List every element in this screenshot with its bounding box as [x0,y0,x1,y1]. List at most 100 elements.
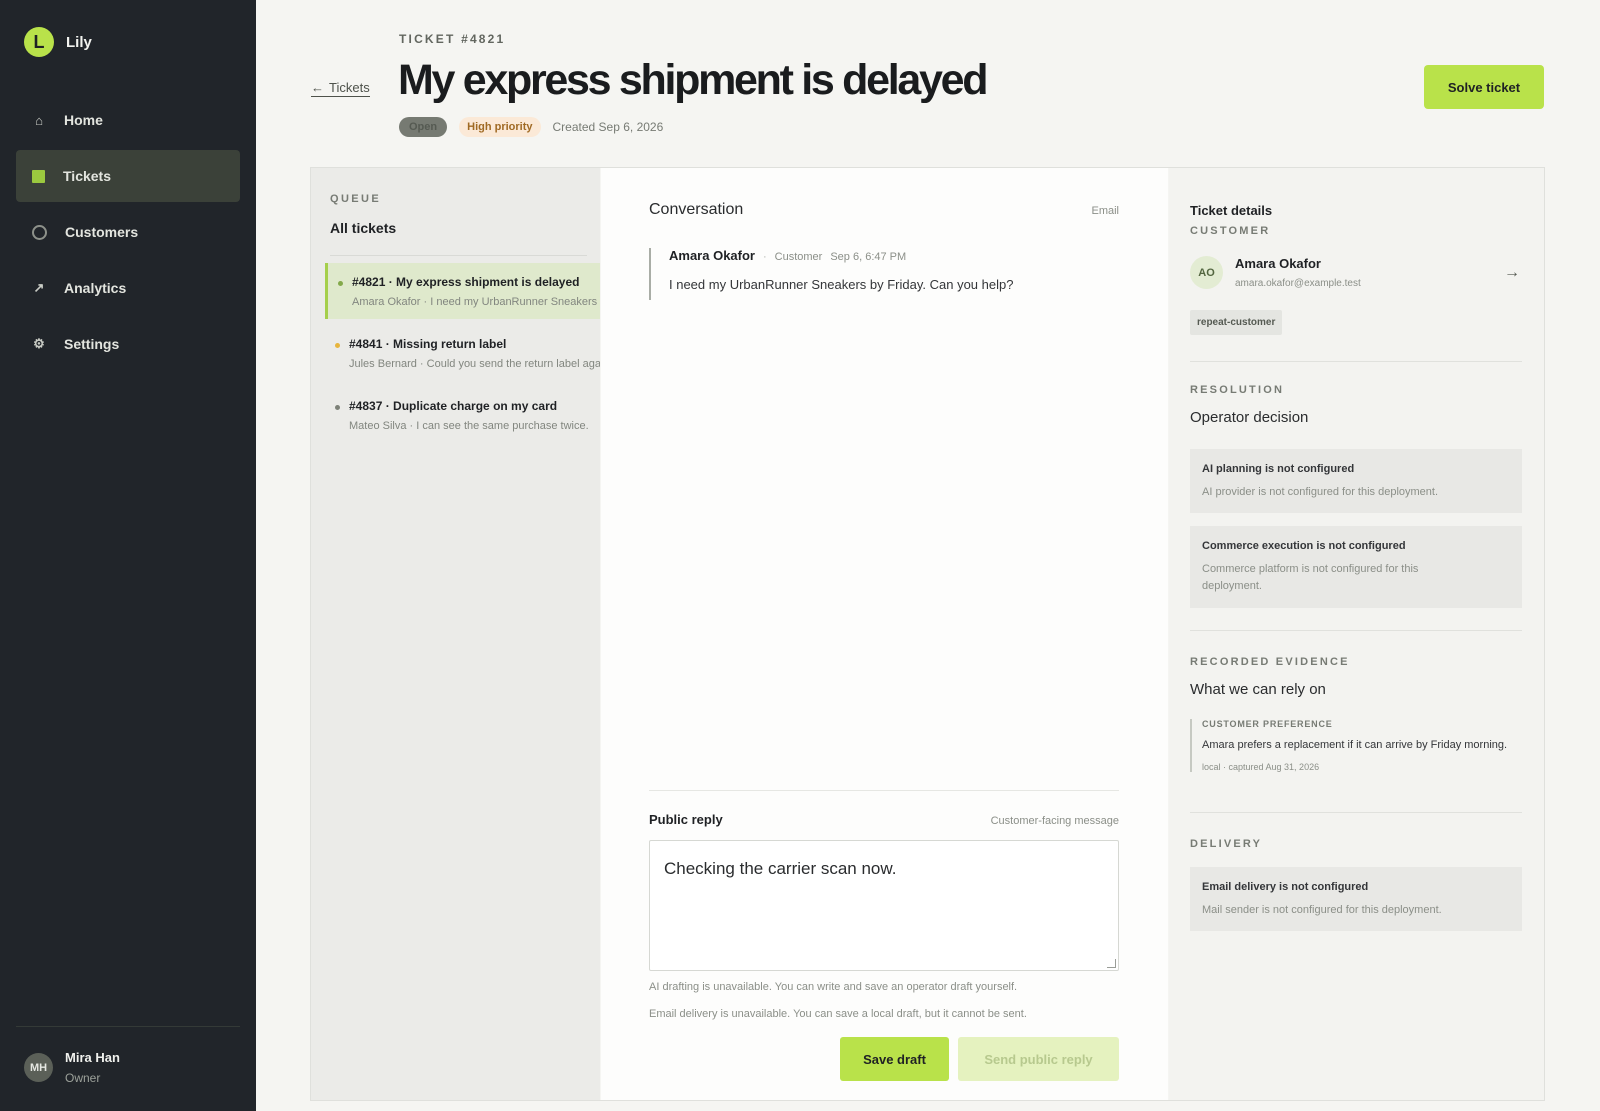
avatar: AO [1190,256,1223,289]
queue-item-subtitle: Jules Bernard · Could you send the retur… [349,358,600,370]
nav-item-settings[interactable]: ⚙ Settings [16,318,240,370]
customer-email: amara.okafor@example.test [1235,278,1361,289]
public-reply-input[interactable]: Checking the carrier scan now. [649,840,1119,971]
reply-hint: Customer-facing message [990,815,1119,827]
message-text: I need my UrbanRunner Sneakers by Friday… [669,277,1014,292]
brand[interactable]: L Lily [24,27,92,57]
back-link-label: Tickets [329,80,370,95]
resolution-heading: Operator decision [1190,409,1309,426]
reply-header: Public reply Customer-facing message [649,812,1119,827]
page-title: My express shipment is delayed [398,56,989,104]
resize-handle-icon[interactable] [1107,959,1116,968]
queue-item-title: #4821 · My express shipment is delayed [352,275,580,289]
priority-badge: High priority [459,117,541,137]
details-divider [1190,812,1522,813]
status-badge: Open [399,117,448,137]
resolution-section-label: RESOLUTION [1190,384,1285,396]
user-name: Mira Han [65,1050,120,1065]
message-time: Sep 6, 6:47 PM [830,251,907,263]
details-title: Ticket details [1190,203,1273,218]
customer-name: Amara Okafor [1235,256,1321,271]
customer-section-label: CUSTOMER [1190,225,1271,237]
avatar: MH [24,1053,53,1082]
details-divider [1190,361,1522,362]
arrow-right-icon[interactable]: → [1504,264,1520,282]
home-icon: ⌂ [35,112,43,128]
evidence-text: Amara prefers a replacement if it can ar… [1202,739,1508,751]
arrow-left-icon: ← [311,80,324,95]
tickets-icon [32,169,45,183]
message-meta: Amara Okafor · Customer Sep 6, 6:47 PM [669,248,1013,263]
nav-label: Home [64,112,103,128]
queue-item[interactable]: #4837 · Duplicate charge on my card Mate… [325,387,600,443]
ticket-details-panel: Ticket details CUSTOMER AO Amara Okafor … [1169,168,1544,1100]
queue-panel: QUEUE All tickets #4821 · My express shi… [311,168,600,1100]
queue-divider [330,255,587,256]
alert-text: Mail sender is not configured for this d… [1202,904,1442,916]
lily-logo-icon: L [24,27,54,57]
settings-icon: ⚙ [33,336,45,351]
queue-label: QUEUE [330,193,382,205]
reply-label: Public reply [649,812,723,827]
sidebar: L Lily ⌂ Home Tickets Customers ↗ Analyt… [0,0,256,1111]
evidence-heading: What we can rely on [1190,681,1326,698]
conversation-channel: Email [1091,205,1119,217]
nav-item-analytics[interactable]: ↗ Analytics [16,262,240,314]
save-draft-button[interactable]: Save draft [840,1037,949,1081]
nav-item-customers[interactable]: Customers [16,206,240,258]
status-dot-icon [335,343,340,348]
main-nav: ⌂ Home Tickets Customers ↗ Analytics ⚙ S… [16,94,240,374]
message: Amara Okafor · Customer Sep 6, 6:47 PM I… [649,248,1013,300]
ai-planning-alert: AI planning is not configured AI provide… [1190,449,1522,513]
nav-label: Analytics [64,280,127,296]
nav-label: Customers [65,224,139,240]
queue-item-title: #4837 · Duplicate charge on my card [349,399,558,413]
solve-ticket-button[interactable]: Solve ticket [1424,65,1544,109]
commerce-alert: Commerce execution is not configured Com… [1190,526,1522,608]
queue-item[interactable]: #4821 · My express shipment is delayed A… [325,263,600,319]
evidence-meta: local · captured Aug 31, 2026 [1202,762,1320,772]
conversation-header: Conversation Email [649,201,1119,219]
message-separator: · [762,251,767,263]
created-date: Created Sep 6, 2026 [552,120,664,134]
user-profile[interactable]: MH Mira Han Owner [24,1050,120,1085]
message-role: Customer [774,251,823,263]
email-unavailable-note: Email delivery is unavailable. You can s… [649,1008,1027,1020]
alert-text: Commerce platform is not configured for … [1202,563,1419,592]
alert-title: Commerce execution is not configured [1202,540,1406,552]
nav-item-home[interactable]: ⌂ Home [16,94,240,146]
nav-label: Tickets [63,168,111,184]
conversation-panel: Conversation Email Amara Okafor · Custom… [601,168,1168,1100]
customers-icon [32,224,47,240]
details-divider [1190,630,1522,631]
queue-item-title: #4841 · Missing return label [349,337,507,351]
queue-item[interactable]: #4841 · Missing return label Jules Berna… [325,325,600,381]
message-author: Amara Okafor [669,248,755,263]
delivery-section-label: DELIVERY [1190,838,1263,850]
analytics-icon: ↗ [33,280,45,295]
status-dot-icon [338,281,343,286]
evidence-item: CUSTOMER PREFERENCE Amara prefers a repl… [1190,719,1522,772]
customer-tag: repeat-customer [1190,310,1283,335]
customer-card[interactable]: AO Amara Okafor amara.okafor@example.tes… [1190,256,1520,289]
nav-label: Settings [64,336,120,352]
status-dot-icon [335,405,340,410]
evidence-section-label: RECORDED EVIDENCE [1190,656,1350,668]
reply-divider [649,790,1119,791]
app-name: Lily [66,33,92,51]
queue-item-subtitle: Mateo Silva · I can see the same purchas… [349,420,589,432]
sidebar-divider [16,1026,240,1027]
nav-item-tickets[interactable]: Tickets [16,150,240,202]
evidence-label: CUSTOMER PREFERENCE [1202,719,1333,729]
ticket-meta: Open High priority Created Sep 6, 2026 [399,117,663,137]
alert-title: AI planning is not configured [1202,463,1355,475]
ticket-id: TICKET #4821 [399,32,506,46]
conversation-title: Conversation [649,201,744,218]
user-role: Owner [65,1071,101,1085]
back-to-tickets-link[interactable]: ← Tickets [311,80,370,97]
ai-unavailable-note: AI drafting is unavailable. You can writ… [649,981,1018,993]
send-public-reply-button[interactable]: Send public reply [958,1037,1119,1081]
queue-title[interactable]: All tickets [330,220,396,236]
email-delivery-alert: Email delivery is not configured Mail se… [1190,867,1522,931]
alert-text: AI provider is not configured for this d… [1202,486,1439,498]
